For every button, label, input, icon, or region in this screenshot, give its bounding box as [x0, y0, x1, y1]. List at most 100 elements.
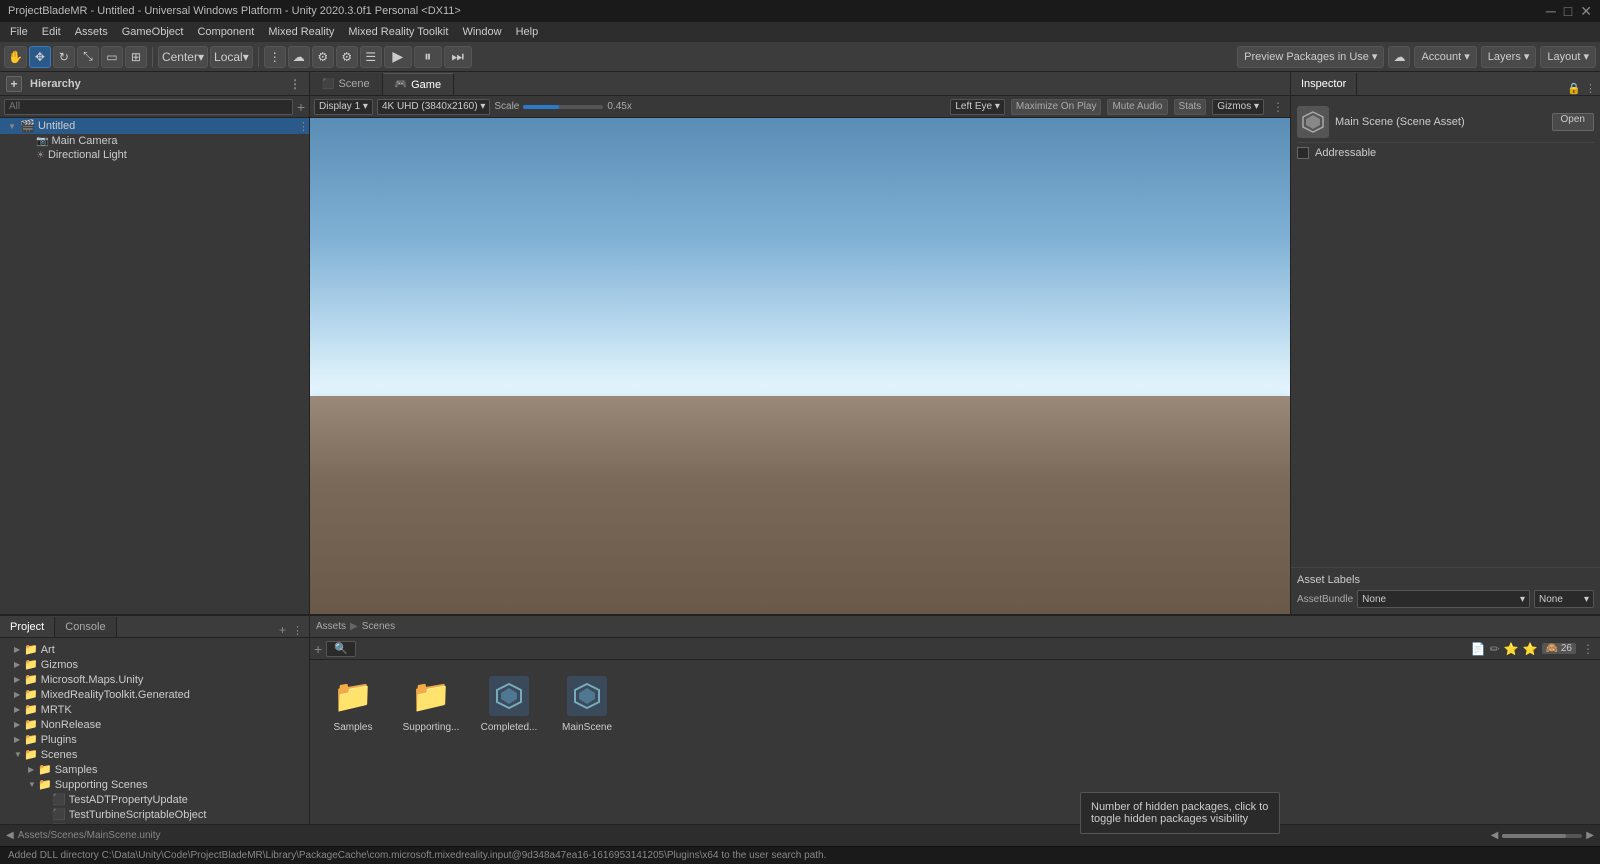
play-btn[interactable]: ▶	[384, 46, 412, 68]
pivot-btn[interactable]: Center ▾	[158, 46, 208, 68]
menu-mixed-reality[interactable]: Mixed Reality	[262, 24, 340, 40]
account-dropdown[interactable]: Account ▾	[1414, 46, 1476, 68]
project-item-mrtk-gen[interactable]: ▶ 📁 MixedRealityToolkit.Generated	[0, 687, 309, 702]
game-tab[interactable]: 🎮 Game	[383, 73, 454, 95]
menu-assets[interactable]: Assets	[69, 24, 114, 40]
asset-item-completed[interactable]: Completed...	[474, 668, 544, 737]
asset-browser-menu[interactable]: ⋮	[1580, 641, 1596, 657]
hierarchy-item-untitled[interactable]: ▼ 🎬 Untitled ⋮	[0, 118, 309, 134]
project-item-nonrelease[interactable]: ▶ 📁 NonRelease	[0, 717, 309, 732]
maximize-btn[interactable]: □	[1564, 3, 1572, 20]
addressable-checkbox[interactable]	[1297, 147, 1309, 159]
project-item-samples[interactable]: ▶ 📁 Samples	[0, 762, 309, 777]
project-item-plugins[interactable]: ▶ 📁 Plugins	[0, 732, 309, 747]
display-dropdown[interactable]: Display 1 ▾	[314, 99, 373, 115]
bottom-left-tabs: Project Console + ⋮	[0, 616, 309, 638]
hierarchy-item-dirlight[interactable]: ☀ Directional Light	[0, 148, 309, 162]
mute-audio-btn[interactable]: Mute Audio	[1107, 99, 1167, 115]
coord-btn[interactable]: Local ▾	[210, 46, 253, 68]
assetbundle-variant-dropdown[interactable]: None ▾	[1534, 590, 1594, 608]
scene-path-slider[interactable]: ◀ ▶	[1491, 830, 1594, 841]
hierarchy-search[interactable]	[4, 99, 293, 115]
minimize-btn[interactable]: ─	[1546, 3, 1556, 20]
asset-icon2[interactable]: ✏	[1490, 642, 1500, 656]
breadcrumb-scenes[interactable]: Scenes	[362, 621, 395, 632]
hand-tool-btn[interactable]: ✋	[4, 46, 27, 68]
view-tabs: ⬛ Scene 🎮 Game	[310, 72, 1290, 96]
project-item-scenes[interactable]: ▼ 📁 Scenes	[0, 747, 309, 762]
hierarchy-add-btn[interactable]: +	[297, 99, 305, 115]
asset-icon3[interactable]: ⭐	[1504, 642, 1519, 656]
menu-edit[interactable]: Edit	[36, 24, 67, 40]
project-item-supporting[interactable]: ▼ 📁 Supporting Scenes	[0, 777, 309, 792]
addressable-label: Addressable	[1315, 147, 1376, 159]
assetbundle-dropdown[interactable]: None ▾	[1357, 590, 1530, 608]
eye-dropdown[interactable]: Left Eye ▾	[950, 99, 1005, 115]
transform-tool-btn[interactable]: ⊞	[125, 46, 147, 68]
project-item-gizmos[interactable]: ▶ 📁 Gizmos	[0, 657, 309, 672]
console-tab[interactable]: Console	[55, 617, 116, 637]
scene-path-prev-btn[interactable]: ◀	[6, 830, 14, 841]
collab-btn[interactable]: ☁	[288, 46, 310, 68]
preview-packages-btn[interactable]: Preview Packages in Use ▾	[1237, 46, 1384, 68]
menu-mrtk[interactable]: Mixed Reality Toolkit	[342, 24, 454, 40]
project-item-mrtk[interactable]: ▶ 📁 MRTK	[0, 702, 309, 717]
asset-search-box[interactable]: 🔍	[326, 641, 356, 657]
main-area: + Hierarchy ⋮ + ▼ 🎬 Untitled ⋮ 📷 Main Ca…	[0, 72, 1600, 614]
scale-tool-btn[interactable]: ⤡	[77, 46, 99, 68]
game-panel-menu[interactable]: ⋮	[1270, 99, 1286, 115]
asset-icon4[interactable]: ⭐	[1523, 642, 1538, 656]
asset-icon1[interactable]: 📄	[1471, 642, 1486, 656]
layers-dropdown[interactable]: Layers ▾	[1481, 46, 1537, 68]
rect-tool-btn[interactable]: ▭	[101, 46, 123, 68]
pause-btn[interactable]: ⏸	[414, 46, 442, 68]
stats-btn[interactable]: Stats	[1174, 99, 1207, 115]
resolution-dropdown[interactable]: 4K UHD (3840x2160) ▾	[377, 99, 490, 115]
bottom-left-menu-btn[interactable]: ⋮	[292, 624, 309, 637]
breadcrumb-assets[interactable]: Assets	[316, 621, 346, 632]
title-bar-controls[interactable]: ─ □ ✕	[1546, 3, 1592, 20]
rotate-tool-btn[interactable]: ↻	[53, 46, 75, 68]
scene-tab[interactable]: ⬛ Scene	[310, 73, 383, 95]
cloud-build-btn[interactable]: ⚙	[312, 46, 334, 68]
hierarchy-item-maincamera[interactable]: 📷 Main Camera	[0, 134, 309, 148]
asset-item-supporting[interactable]: 📁 Supporting...	[396, 668, 466, 737]
hierarchy-menu-btn[interactable]: ⋮	[287, 76, 303, 92]
inspector-lock-icon[interactable]: 🔒	[1567, 82, 1581, 95]
asset-item-samples[interactable]: 📁 Samples	[318, 668, 388, 737]
gizmos-dropdown[interactable]: Gizmos ▾	[1212, 99, 1264, 115]
search-tool-btn[interactable]: ⚙	[336, 46, 358, 68]
maximize-on-play-btn[interactable]: Maximize On Play	[1011, 99, 1102, 115]
menu-window[interactable]: Window	[456, 24, 507, 40]
project-item-msmaps[interactable]: ▶ 📁 Microsoft.Maps.Unity	[0, 672, 309, 687]
assetbundle-row: AssetBundle None ▾ None ▾	[1297, 590, 1594, 608]
asset-add-btn[interactable]: +	[314, 641, 322, 657]
step-btn[interactable]: ⏭	[444, 46, 472, 68]
project-item-testturbine-so[interactable]: ⬛ TestTurbineScriptableObject	[0, 807, 309, 822]
inspector-menu-icon[interactable]: ⋮	[1585, 82, 1596, 95]
close-btn[interactable]: ✕	[1580, 3, 1592, 20]
open-asset-btn[interactable]: Open	[1552, 113, 1594, 131]
inspector-tab[interactable]: Inspector	[1291, 73, 1357, 95]
snap-btn[interactable]: ⋮	[264, 46, 286, 68]
menu-help[interactable]: Help	[510, 24, 545, 40]
collab-icon-btn[interactable]: ☁	[1388, 46, 1410, 68]
asset-item-mainscene[interactable]: MainScene	[552, 668, 622, 737]
menu-file[interactable]: File	[4, 24, 34, 40]
project-item-art[interactable]: ▶ 📁 Art	[0, 642, 309, 657]
menu-bar: File Edit Assets GameObject Component Mi…	[0, 22, 1600, 42]
menu-gameobject[interactable]: GameObject	[116, 24, 190, 40]
project-item-testadt[interactable]: ⬛ TestADTPropertyUpdate	[0, 792, 309, 807]
layout-dropdown[interactable]: Layout ▾	[1540, 46, 1596, 68]
menu-component[interactable]: Component	[191, 24, 260, 40]
pkg-count-badge[interactable]: 🙈 26	[1542, 643, 1576, 654]
scale-track[interactable]	[523, 105, 603, 109]
add-hierarchy-btn[interactable]: +	[6, 76, 22, 92]
hierarchy-item-options[interactable]: ⋮	[298, 120, 309, 133]
project-item-testturbine-wt[interactable]: ⬛ TestTurbineWindTurbine	[0, 822, 309, 824]
bottom-left-add-btn[interactable]: +	[279, 623, 292, 637]
asset-label-completed: Completed...	[481, 722, 538, 733]
settings-btn[interactable]: ☰	[360, 46, 382, 68]
move-tool-btn[interactable]: ✥	[29, 46, 51, 68]
project-tab[interactable]: Project	[0, 617, 55, 637]
